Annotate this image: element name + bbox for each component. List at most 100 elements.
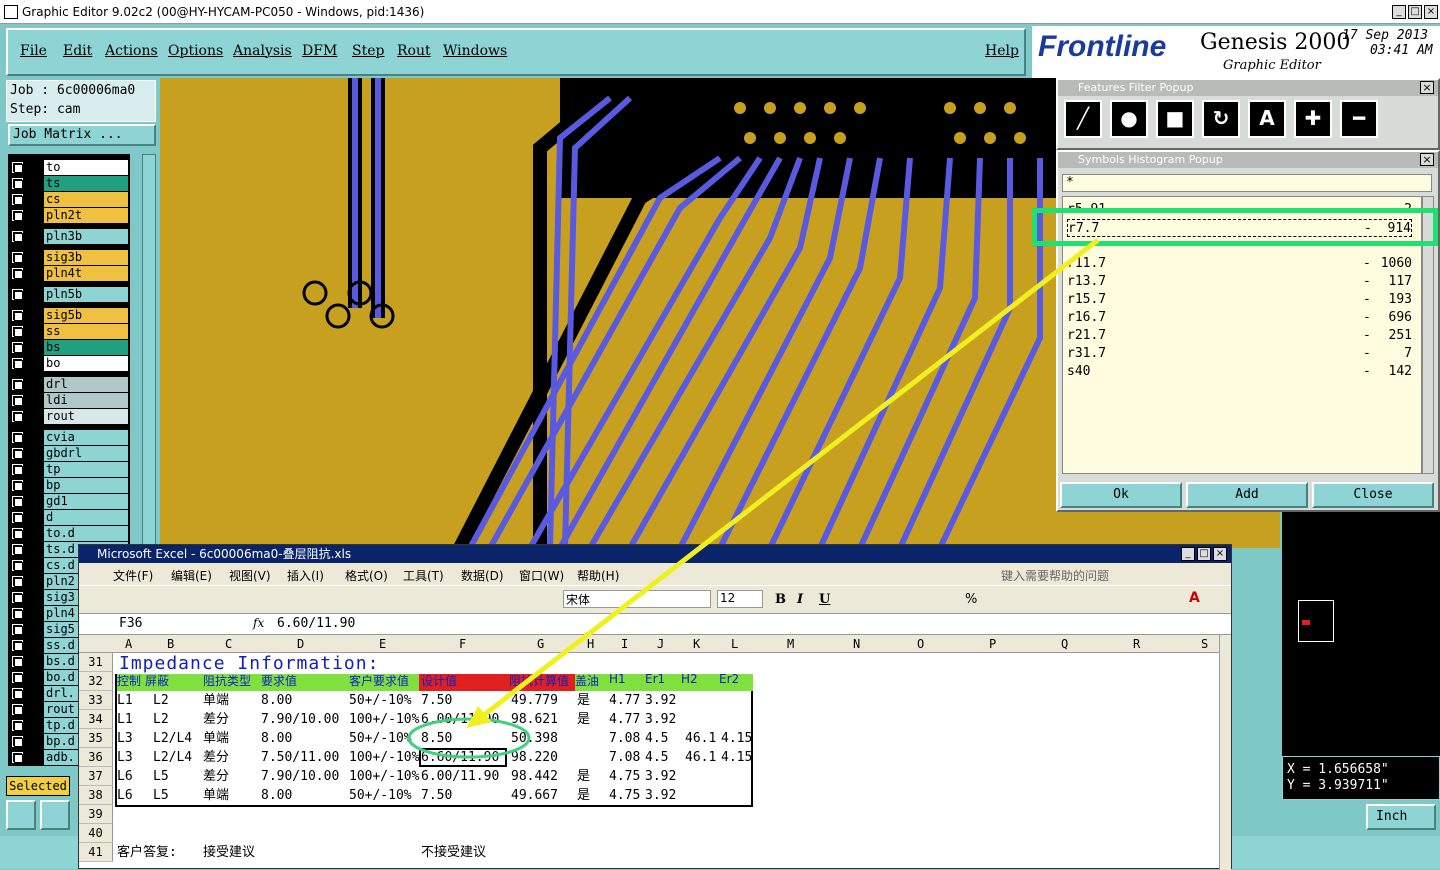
layer-checkbox[interactable] [12,592,23,603]
layer-checkbox[interactable] [12,448,23,459]
symbol-row[interactable]: r16.7 - 696 [1067,309,1412,327]
cell[interactable]: L2/L4 [153,729,192,748]
row-header[interactable]: 39 [79,805,113,824]
menu-dfm[interactable]: DFM [302,43,337,59]
layer-row[interactable]: ts [8,176,130,191]
cell[interactable]: 是 [577,786,590,805]
layer-checkbox[interactable] [12,624,23,635]
header-cell[interactable]: 客户要求值 [349,672,409,689]
cell[interactable]: 7.90/10.00 [261,710,339,729]
layer-checkbox[interactable] [12,310,23,321]
layer-checkbox[interactable] [12,528,23,539]
symbol-filter-input[interactable]: * [1062,174,1432,192]
units-selector[interactable]: Inch [1366,804,1436,830]
cell[interactable]: L1 [117,691,133,710]
layer-name[interactable]: cs [44,192,128,207]
close-button[interactable]: × [1424,5,1438,19]
font-name-select[interactable]: 宋体 [563,590,711,608]
footer-label[interactable]: 客户答复: [117,843,177,862]
layer-name[interactable]: pln4t [44,266,128,281]
symbol-row[interactable]: r13.7 - 117 [1067,273,1412,291]
layer-checkbox[interactable] [12,289,23,300]
column-header[interactable]: A [125,637,132,651]
plus-filter-icon[interactable]: ✚ [1294,100,1332,138]
arc-filter-icon[interactable]: ↻ [1202,100,1240,138]
layer-name[interactable]: cvia [44,430,128,445]
layer-checkbox[interactable] [12,656,23,667]
layer-checkbox[interactable] [12,544,23,555]
layer-name[interactable]: d [44,510,128,525]
layer-checkbox[interactable] [12,512,23,523]
cell[interactable]: 单端 [203,729,229,748]
header-cell[interactable]: H1 [609,672,626,686]
cell[interactable]: 是 [577,767,590,786]
column-header[interactable]: P [989,637,996,651]
layer-row[interactable]: ss [8,324,130,339]
excel-menu-data[interactable]: 数据(D) [461,567,504,584]
cell[interactable]: L6 [117,786,133,805]
minimap[interactable] [1282,512,1440,756]
layer-checkbox[interactable] [12,268,23,279]
cell[interactable]: 8.00 [261,786,292,805]
cell[interactable]: L6 [117,767,133,786]
maximize-button[interactable]: □ [1408,5,1422,19]
cell[interactable]: 4.75 [609,767,640,786]
menu-actions[interactable]: Actions [105,43,158,59]
layer-name[interactable]: to.d [44,526,128,541]
column-header[interactable]: D [297,637,304,651]
column-header[interactable]: I [621,637,628,651]
row-header[interactable]: 31 [79,653,113,672]
layer-checkbox[interactable] [12,326,23,337]
layer-checkbox[interactable] [12,162,23,173]
layer-checkbox[interactable] [12,432,23,443]
excel-menu-file[interactable]: 文件(F) [113,567,153,584]
layer-checkbox[interactable] [12,395,23,406]
line-filter-icon[interactable]: ╱ [1064,100,1102,138]
menu-options[interactable]: Options [168,43,223,59]
cell[interactable]: 100+/-10% [349,748,419,767]
menu-step[interactable]: Step [352,43,384,59]
cell[interactable]: L2 [153,691,169,710]
header-cell[interactable]: 要求值 [261,672,297,689]
excel-menu-insert[interactable]: 插入(I) [287,567,324,584]
cell[interactable]: L2 [153,710,169,729]
surface-filter-icon[interactable]: ■ [1156,100,1194,138]
cell[interactable]: 4.5 [645,729,668,748]
heading-cell[interactable]: Impedance Information: [119,653,379,674]
cell[interactable]: 3.92 [645,767,676,786]
column-header[interactable]: R [1133,637,1140,651]
layer-name[interactable]: gd1 [44,494,128,509]
cell[interactable]: 8.00 [261,691,292,710]
row-header[interactable]: 34 [79,710,113,729]
column-header[interactable]: E [379,637,386,651]
layer-name[interactable]: ldi [44,393,128,408]
header-cell[interactable]: 设计值 [421,672,457,689]
cell[interactable]: 4.15 [721,729,752,748]
features-popup-close[interactable]: × [1420,81,1434,94]
layer-name[interactable]: bs [44,340,128,355]
layer-checkbox[interactable] [12,178,23,189]
ok-button[interactable]: Ok [1060,482,1182,508]
footer-option[interactable]: 接受建议 [203,843,255,862]
cell[interactable]: 单端 [203,691,229,710]
layer-name[interactable]: rout [44,409,128,424]
header-cell[interactable]: 阻抗计算值 [509,672,569,689]
cell[interactable]: 50+/-10% [349,729,412,748]
cell[interactable]: 差分 [203,748,229,767]
cell[interactable]: 100+/-10% [349,767,419,786]
row-header[interactable]: 40 [79,824,113,843]
font-color-button[interactable]: A [1189,590,1200,606]
cell[interactable]: L3 [117,748,133,767]
cell[interactable]: 8.00 [261,729,292,748]
cell[interactable]: 7.08 [609,729,640,748]
header-cell[interactable]: 控制 [117,672,141,689]
column-header[interactable]: N [853,637,860,651]
header-cell[interactable]: Er2 [719,672,739,686]
cell[interactable]: 98.220 [511,748,558,767]
font-size-select[interactable]: 12 [717,590,763,608]
excel-menu-help[interactable]: 帮助(H) [577,567,619,584]
column-header[interactable]: J [657,637,664,651]
cell[interactable]: 是 [577,710,590,729]
menu-windows[interactable]: Windows [443,43,507,59]
excel-maximize-button[interactable]: □ [1197,547,1211,561]
